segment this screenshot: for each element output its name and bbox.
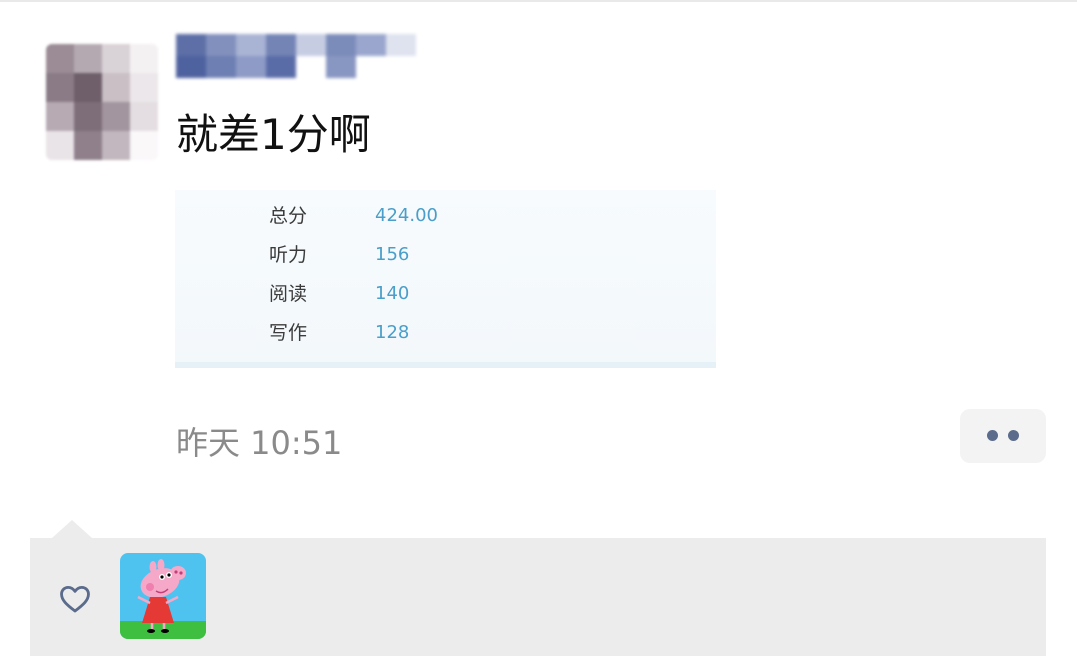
score-label: 总分 bbox=[269, 205, 308, 227]
score-value: 140 bbox=[375, 283, 410, 304]
liker-avatar[interactable] bbox=[120, 553, 206, 639]
score-value: 128 bbox=[375, 322, 410, 343]
likes-panel bbox=[30, 538, 1046, 656]
score-value: 424.00 bbox=[375, 205, 438, 226]
top-divider bbox=[0, 0, 1077, 2]
score-row-reading: 阅读 140 bbox=[175, 279, 716, 309]
two-dots-icon bbox=[1008, 430, 1019, 441]
likes-pointer bbox=[52, 520, 92, 538]
post-text: 就差1分啊 bbox=[176, 110, 371, 159]
two-dots-icon bbox=[987, 430, 998, 441]
score-row-listening: 听力 156 bbox=[175, 240, 716, 270]
score-image[interactable]: 总分 424.00 听力 156 阅读 140 写作 128 bbox=[175, 190, 716, 368]
more-actions-button[interactable] bbox=[960, 409, 1046, 463]
author-avatar[interactable] bbox=[46, 44, 158, 160]
author-name-blurred[interactable] bbox=[176, 34, 416, 78]
heart-icon bbox=[60, 585, 90, 613]
score-label: 阅读 bbox=[269, 283, 308, 305]
score-row-writing: 写作 128 bbox=[175, 318, 716, 348]
score-label: 写作 bbox=[269, 322, 308, 344]
score-label: 听力 bbox=[269, 244, 308, 266]
score-row-total: 总分 424.00 bbox=[175, 201, 716, 231]
peppa-pig-avatar bbox=[120, 553, 206, 639]
score-value: 156 bbox=[375, 244, 410, 265]
post-timestamp: 昨天 10:51 bbox=[176, 424, 343, 462]
